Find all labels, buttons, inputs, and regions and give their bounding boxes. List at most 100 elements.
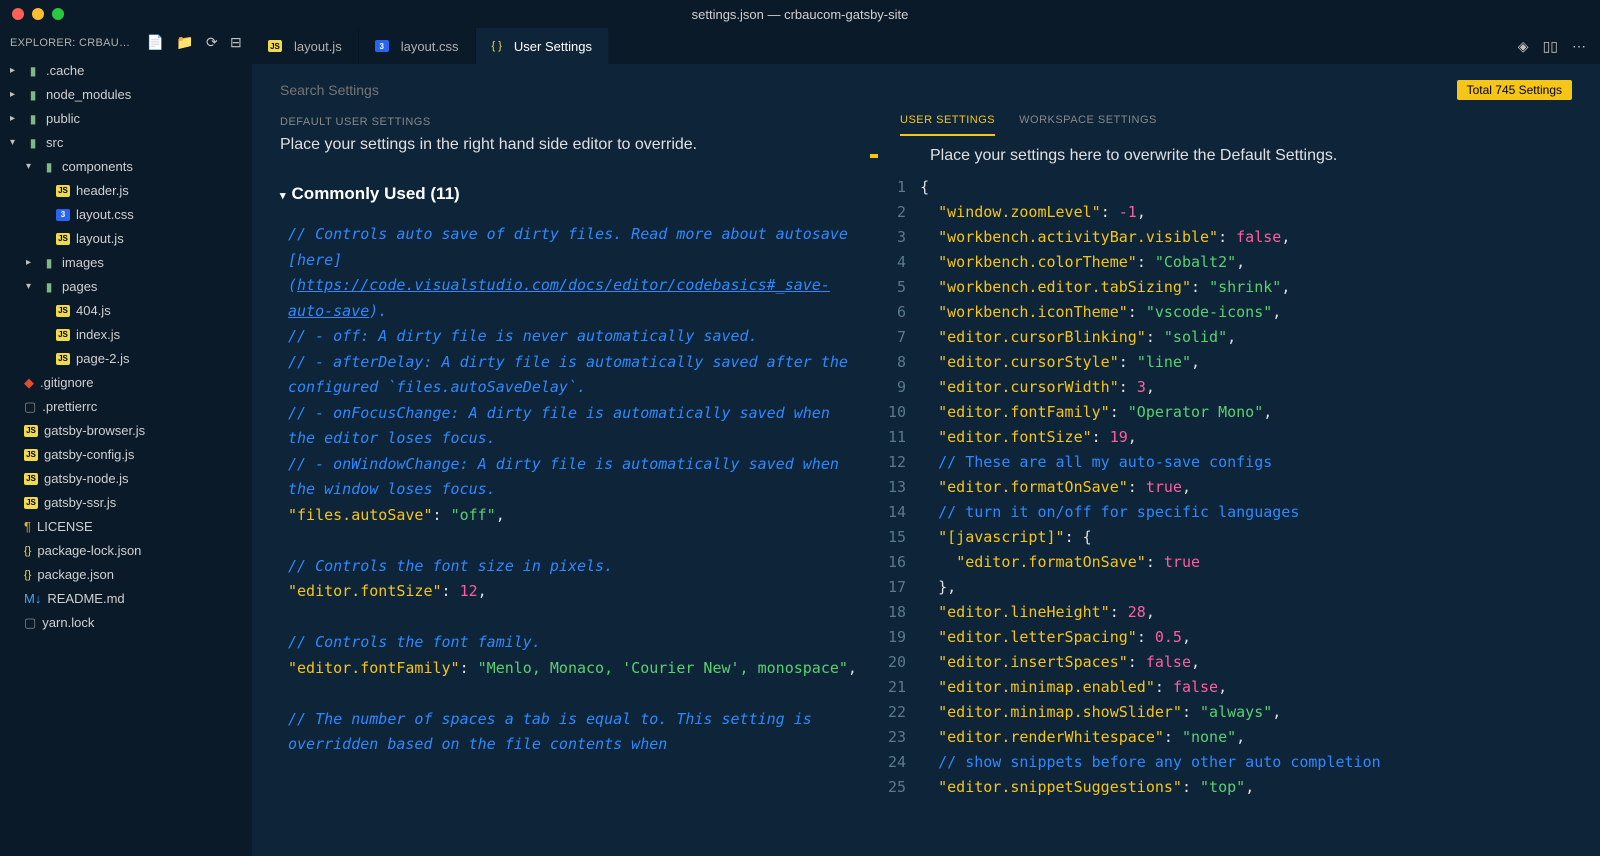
code-line[interactable]: "editor.cursorBlinking": "solid",	[920, 325, 1600, 350]
code-line[interactable]: "workbench.iconTheme": "vscode-icons",	[920, 300, 1600, 325]
code-line[interactable]: "editor.minimap.enabled": false,	[920, 675, 1600, 700]
tree-item-label: public	[46, 109, 80, 129]
tree-file[interactable]: ▢.prettierrc	[0, 395, 252, 419]
code-line[interactable]: // These are all my auto-save configs	[920, 450, 1600, 475]
tree-item-label: package.json	[37, 565, 114, 585]
traffic-lights	[0, 8, 64, 20]
code-line[interactable]: // show snippets before any other auto c…	[920, 750, 1600, 775]
tree-file[interactable]: JSheader.js	[0, 179, 252, 203]
line-number: 10	[888, 400, 906, 425]
line-number: 22	[888, 700, 906, 725]
minimize-window-button[interactable]	[32, 8, 44, 20]
code-line[interactable]: },	[920, 575, 1600, 600]
tree-item-label: gatsby-config.js	[44, 445, 134, 465]
tree-file[interactable]: JS404.js	[0, 299, 252, 323]
editor-tab[interactable]: { }User Settings	[476, 28, 609, 64]
tree-folder[interactable]: ▸▮images	[0, 251, 252, 275]
tree-item-label: components	[62, 157, 133, 177]
tree-file[interactable]: 3layout.css	[0, 203, 252, 227]
tree-item-label: gatsby-browser.js	[44, 421, 145, 441]
tree-folder[interactable]: ▾▮pages	[0, 275, 252, 299]
change-indicator-icon	[870, 154, 878, 158]
new-file-icon[interactable]: 📄	[146, 34, 164, 51]
code-line[interactable]: "editor.formatOnSave": true,	[920, 475, 1600, 500]
explorer-header: EXPLORER: CRBAU… 📄 📁 ⟳ ⊟	[0, 28, 252, 57]
line-number: 25	[888, 775, 906, 800]
default-settings-pane: DEFAULT USER SETTINGS Place your setting…	[252, 108, 880, 856]
tree-file[interactable]: JSgatsby-ssr.js	[0, 491, 252, 515]
code-line[interactable]: "editor.fontFamily": "Operator Mono",	[920, 400, 1600, 425]
tree-item-label: page-2.js	[76, 349, 129, 369]
user-settings-tab[interactable]: USER SETTINGS	[900, 108, 995, 136]
code-line[interactable]: "editor.renderWhitespace": "none",	[920, 725, 1600, 750]
collapse-all-icon[interactable]: ⊟	[230, 34, 242, 51]
default-settings-code[interactable]: // Controls auto save of dirty files. Re…	[280, 222, 860, 758]
tree-item-label: gatsby-ssr.js	[44, 493, 116, 513]
code-line[interactable]: "editor.formatOnSave": true	[920, 550, 1600, 575]
tab-filetype-icon: JS	[268, 40, 282, 52]
tree-file[interactable]: {}package.json	[0, 563, 252, 587]
code-line[interactable]: "workbench.colorTheme": "Cobalt2",	[920, 250, 1600, 275]
split-editor-icon[interactable]: ▯▯	[1543, 38, 1558, 55]
code-line[interactable]: "editor.cursorStyle": "line",	[920, 350, 1600, 375]
line-number: 8	[888, 350, 906, 375]
tree-file[interactable]: ¶LICENSE	[0, 515, 252, 539]
line-number: 19	[888, 625, 906, 650]
user-settings-code[interactable]: { "window.zoomLevel": -1, "workbench.act…	[920, 175, 1600, 856]
close-window-button[interactable]	[12, 8, 24, 20]
line-number: 16	[888, 550, 906, 575]
code-line[interactable]: "editor.snippetSuggestions": "top",	[920, 775, 1600, 800]
tree-item-label: .cache	[46, 61, 84, 81]
code-line[interactable]: "editor.cursorWidth": 3,	[920, 375, 1600, 400]
line-number: 4	[888, 250, 906, 275]
file-tree: ▸▮.cache▸▮node_modules▸▮public▾▮src▾▮com…	[0, 57, 252, 637]
editor-tab[interactable]: 3layout.css	[359, 28, 476, 64]
line-number: 12	[888, 450, 906, 475]
code-line[interactable]: "window.zoomLevel": -1,	[920, 200, 1600, 225]
tree-folder[interactable]: ▾▮components	[0, 155, 252, 179]
code-line[interactable]: "workbench.activityBar.visible": false,	[920, 225, 1600, 250]
tree-folder[interactable]: ▸▮node_modules	[0, 83, 252, 107]
user-settings-editor[interactable]: 1234567891011121314151617181920212223242…	[880, 175, 1600, 856]
maximize-window-button[interactable]	[52, 8, 64, 20]
tree-file[interactable]: JSindex.js	[0, 323, 252, 347]
more-actions-icon[interactable]: ⋯	[1572, 38, 1586, 55]
new-folder-icon[interactable]: 📁	[176, 34, 194, 51]
tree-file[interactable]: JSgatsby-browser.js	[0, 419, 252, 443]
refresh-icon[interactable]: ⟳	[206, 34, 218, 51]
open-settings-json-icon[interactable]: ◈	[1518, 38, 1529, 55]
code-line[interactable]: "editor.letterSpacing": 0.5,	[920, 625, 1600, 650]
code-line[interactable]: "editor.insertSpaces": false,	[920, 650, 1600, 675]
line-number: 9	[888, 375, 906, 400]
tree-folder[interactable]: ▾▮src	[0, 131, 252, 155]
code-line[interactable]: "editor.fontSize": 19,	[920, 425, 1600, 450]
tree-item-label: gatsby-node.js	[44, 469, 129, 489]
tree-file[interactable]: JSgatsby-node.js	[0, 467, 252, 491]
tab-filetype-icon: { }	[492, 40, 502, 52]
code-line[interactable]: {	[920, 175, 1600, 200]
tree-file[interactable]: ◆.gitignore	[0, 371, 252, 395]
tree-file[interactable]: JSgatsby-config.js	[0, 443, 252, 467]
code-line[interactable]: "[javascript]": {	[920, 525, 1600, 550]
line-number: 21	[888, 675, 906, 700]
tree-file[interactable]: JSpage-2.js	[0, 347, 252, 371]
editor-tab[interactable]: JSlayout.js	[252, 28, 359, 64]
line-number: 1	[888, 175, 906, 200]
search-settings-input[interactable]	[280, 82, 1457, 98]
code-line[interactable]: "editor.minimap.showSlider": "always",	[920, 700, 1600, 725]
tree-item-label: pages	[62, 277, 97, 297]
tree-file[interactable]: JSlayout.js	[0, 227, 252, 251]
tree-file[interactable]: ▢yarn.lock	[0, 611, 252, 635]
tree-file[interactable]: {}package-lock.json	[0, 539, 252, 563]
line-number: 7	[888, 325, 906, 350]
code-line[interactable]: // turn it on/off for specific languages	[920, 500, 1600, 525]
tree-item-label: 404.js	[76, 301, 111, 321]
code-line[interactable]: "workbench.editor.tabSizing": "shrink",	[920, 275, 1600, 300]
tree-file[interactable]: M↓README.md	[0, 587, 252, 611]
commonly-used-category[interactable]: Commonly Used (11)	[280, 184, 860, 204]
tree-folder[interactable]: ▸▮public	[0, 107, 252, 131]
tree-folder[interactable]: ▸▮.cache	[0, 59, 252, 83]
default-settings-desc: Place your settings in the right hand si…	[280, 136, 860, 154]
code-line[interactable]: "editor.lineHeight": 28,	[920, 600, 1600, 625]
workspace-settings-tab[interactable]: WORKSPACE SETTINGS	[1019, 108, 1157, 136]
